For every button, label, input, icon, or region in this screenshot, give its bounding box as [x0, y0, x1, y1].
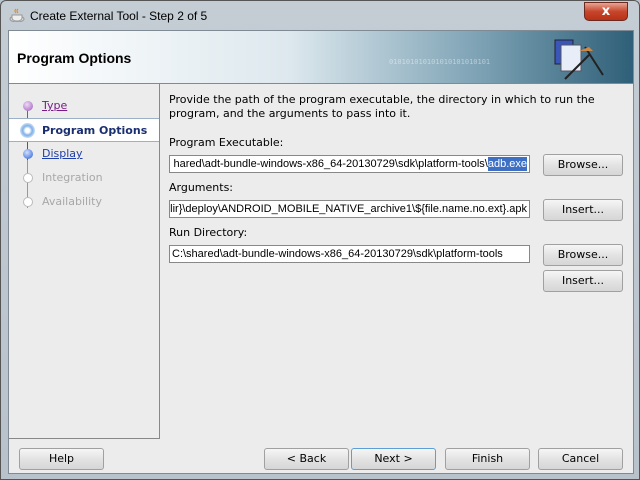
program-executable-input[interactable]: hared\adt-bundle-windows-x86_64-20130729… [169, 155, 530, 173]
nav-step-display[interactable]: Display [9, 142, 159, 166]
run-directory-label: Run Directory: [169, 226, 248, 239]
description-text: Provide the path of the program executab… [169, 93, 595, 120]
nav-step-label: Display [42, 147, 83, 160]
run-directory-input[interactable]: C:\shared\adt-bundle-windows-x86_64-2013… [169, 245, 530, 263]
finish-button[interactable]: Finish [445, 448, 530, 470]
close-button[interactable]: x [584, 2, 628, 21]
cancel-button[interactable]: Cancel [538, 448, 623, 470]
nav-step-label: Program Options [42, 124, 148, 137]
arguments-label: Arguments: [169, 181, 234, 194]
nav-step-label: Availability [42, 195, 102, 208]
step-disabled-icon [23, 173, 33, 183]
insert-directory-button[interactable]: Insert... [543, 270, 623, 292]
next-button[interactable]: Next > [351, 448, 436, 470]
nav-step-integration: Integration [9, 166, 159, 190]
step-visited-icon [23, 101, 33, 111]
page-title: Program Options [17, 50, 132, 66]
nav-step-label: Type [42, 99, 68, 112]
header-binary-decoration: 010101010101010101010101 [389, 58, 491, 66]
step-current-icon [20, 123, 35, 138]
nav-step-label: Integration [42, 171, 103, 184]
step-disabled-icon [23, 197, 33, 207]
arguments-input[interactable]: lir}\deploy\ANDROID_MOBILE_NATIVE_archiv… [169, 200, 530, 218]
program-executable-label: Program Executable: [169, 136, 284, 149]
help-button[interactable]: Help [19, 448, 104, 470]
dialog-client: Program Options 010101010101010101010101… [8, 30, 634, 474]
tool-wizard-icon [554, 39, 604, 80]
input-text: hared\adt-bundle-windows-x86_64-20130729… [173, 158, 488, 170]
nav-step-availability: Availability [9, 190, 159, 214]
wizard-steps-nav: Type Program Options Display Integration… [9, 84, 160, 439]
input-text: lir}\deploy\ANDROID_MOBILE_NATIVE_archiv… [170, 203, 527, 215]
step-available-icon [23, 149, 33, 159]
dialog-window: Create External Tool - Step 2 of 5 x Pro… [0, 0, 640, 480]
insert-arguments-button[interactable]: Insert... [543, 199, 623, 221]
selected-text: adb.exe [487, 157, 527, 171]
app-coffee-icon [9, 8, 25, 22]
wizard-header: Program Options 010101010101010101010101 [9, 31, 633, 84]
browse-executable-button[interactable]: Browse... [543, 154, 623, 176]
back-button[interactable]: < Back [264, 448, 349, 470]
window-title: Create External Tool - Step 2 of 5 [30, 9, 208, 23]
browse-directory-button[interactable]: Browse... [543, 244, 623, 266]
nav-step-type[interactable]: Type [9, 94, 159, 118]
nav-step-program-options[interactable]: Program Options [9, 118, 159, 142]
